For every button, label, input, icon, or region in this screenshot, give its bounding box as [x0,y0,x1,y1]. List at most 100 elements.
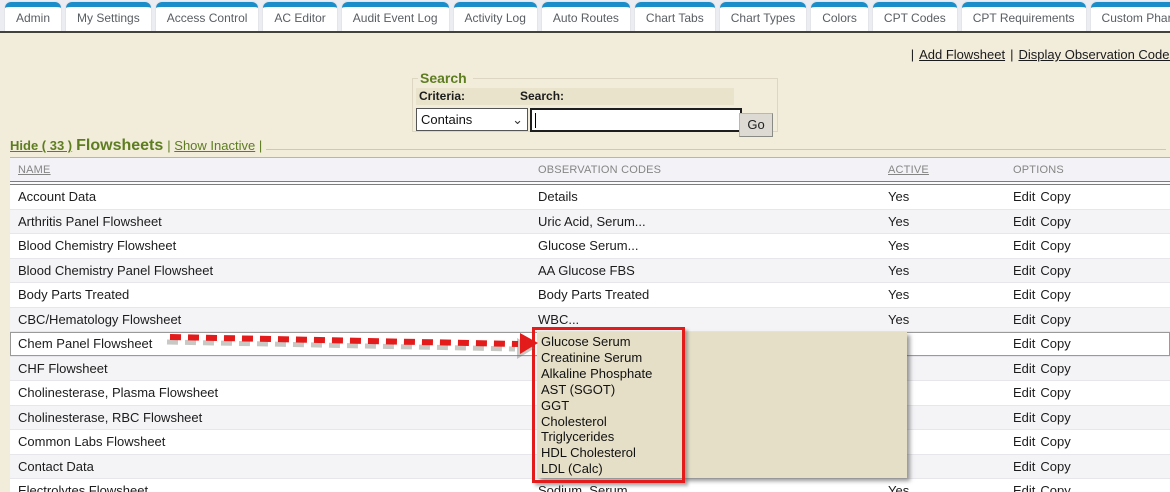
options-cell: Edit Copy [1005,312,1170,327]
observation-codes-cell: Uric Acid, Serum... [530,214,880,229]
link-separator: | [911,47,914,62]
text-cursor [535,113,536,128]
tab-chart-tabs[interactable]: Chart Tabs [635,2,715,31]
tab-cpt-codes[interactable]: CPT Codes [873,2,957,31]
tab-custom-pharmacy[interactable]: Custom Pharmacy [1091,2,1170,31]
edit-link[interactable]: Edit [1013,385,1035,400]
link-separator: | [1010,47,1013,62]
criteria-select[interactable]: Contains ⌄ [416,108,528,131]
edit-link[interactable]: Edit [1013,361,1035,376]
table-row: Blood Chemistry Panel Flowsheet AA Gluco… [10,259,1170,284]
edit-link[interactable]: Edit [1013,287,1035,302]
edit-link[interactable]: Edit [1013,434,1035,449]
active-cell: Yes [880,483,1005,492]
active-cell: Yes [880,238,1005,253]
copy-link[interactable]: Copy [1040,410,1070,425]
col-active[interactable]: Active [880,164,1005,176]
table-row: Electrolytes Flowsheet Sodium, Serum... … [10,479,1170,492]
display-observation-codes-link[interactable]: Display Observation Codes [1018,47,1170,62]
copy-link[interactable]: Copy [1040,214,1070,229]
add-flowsheet-link[interactable]: Add Flowsheet [919,47,1005,62]
edit-link[interactable]: Edit [1013,336,1035,351]
chevron-down-icon: ⌄ [512,115,523,125]
copy-link[interactable]: Copy [1040,361,1070,376]
tooltip-item: HDL Cholesterol [541,445,907,461]
copy-link[interactable]: Copy [1040,238,1070,253]
copy-link[interactable]: Copy [1040,287,1070,302]
tooltip-item: AST (SGOT) [541,382,907,398]
edit-link[interactable]: Edit [1013,459,1035,474]
edit-link[interactable]: Edit [1013,214,1035,229]
show-inactive-wrap: | Show Inactive | [167,138,262,153]
hide-count-link[interactable]: Hide ( 33 ) [10,138,72,153]
table-row: Account Data Details Yes Edit Copy [10,185,1170,210]
flowsheets-bar: Hide ( 33 ) Flowsheets | Show Inactive | [10,137,1166,155]
tooltip-item: Alkaline Phosphate [541,366,907,382]
tab-access-control[interactable]: Access Control [156,2,259,31]
options-cell: Edit Copy [1005,287,1170,302]
separator: | [167,138,170,153]
edit-link[interactable]: Edit [1013,238,1035,253]
options-cell: Edit Copy [1005,263,1170,278]
search-controls-row: Contains ⌄ [416,108,774,132]
tab-colors[interactable]: Colors [811,2,868,31]
tab-audit-event-log[interactable]: Audit Event Log [342,2,449,31]
tab-activity-log[interactable]: Activity Log [454,2,537,31]
show-inactive-link[interactable]: Show Inactive [174,138,255,153]
search-label: Search: [517,88,564,105]
tab-admin[interactable]: Admin [5,2,61,31]
table-header: Name Observation Codes Active Options [10,157,1170,182]
observation-codes-cell: WBC... [530,312,880,327]
tab-ac-editor[interactable]: AC Editor [263,2,336,31]
tab-chart-types[interactable]: Chart Types [720,2,806,31]
criteria-label: Criteria: [416,88,517,105]
col-observation-codes: Observation Codes [530,164,880,176]
edit-link[interactable]: Edit [1013,483,1035,492]
active-cell: Yes [880,214,1005,229]
table-row: CBC/Hematology Flowsheet WBC... Yes Edit… [10,308,1170,333]
table-row: Arthritis Panel Flowsheet Uric Acid, Ser… [10,210,1170,235]
options-cell: Edit Copy [1005,385,1170,400]
col-name[interactable]: Name [10,164,530,176]
observation-codes-cell: Details [530,189,880,204]
tooltip-item: Cholesterol [541,414,907,430]
tooltip-item: Creatinine Serum [541,350,907,366]
page: Admin My Settings Access Control AC Edit… [0,0,1170,492]
name-cell: Common Labs Flowsheet [10,434,530,449]
copy-link[interactable]: Copy [1040,336,1070,351]
name-cell: Chem Panel Flowsheet [10,336,530,351]
rule-line [266,149,1166,150]
observation-codes-cell: Glucose Serum... [530,238,880,253]
options-cell: Edit Copy [1005,459,1170,474]
tab-bar: Admin My Settings Access Control AC Edit… [0,0,1170,33]
copy-link[interactable]: Copy [1040,385,1070,400]
edit-link[interactable]: Edit [1013,312,1035,327]
edit-link[interactable]: Edit [1013,189,1035,204]
page-title: Flowsheets [76,137,163,155]
observation-codes-cell: Body Parts Treated [530,287,880,302]
criteria-select-value: Contains [421,112,472,127]
active-cell: Yes [880,263,1005,278]
active-cell: Yes [880,189,1005,204]
search-input[interactable] [530,108,742,132]
name-cell: Account Data [10,189,530,204]
options-cell: Edit Copy [1005,434,1170,449]
name-cell: Arthritis Panel Flowsheet [10,214,530,229]
search-labels-row: Criteria: Search: [416,88,734,105]
copy-link[interactable]: Copy [1040,459,1070,474]
tab-auto-routes[interactable]: Auto Routes [542,2,630,31]
copy-link[interactable]: Copy [1040,434,1070,449]
edit-link[interactable]: Edit [1013,263,1035,278]
copy-link[interactable]: Copy [1040,483,1070,492]
edit-link[interactable]: Edit [1013,410,1035,425]
table-row: Blood Chemistry Flowsheet Glucose Serum.… [10,234,1170,259]
copy-link[interactable]: Copy [1040,312,1070,327]
name-cell: Electrolytes Flowsheet [10,483,530,492]
go-button[interactable]: Go [739,113,773,137]
tab-cpt-requirements[interactable]: CPT Requirements [962,2,1086,31]
options-cell: Edit Copy [1005,189,1170,204]
copy-link[interactable]: Copy [1040,263,1070,278]
tab-my-settings[interactable]: My Settings [66,2,151,31]
copy-link[interactable]: Copy [1040,189,1070,204]
options-cell: Edit Copy [1005,483,1170,492]
